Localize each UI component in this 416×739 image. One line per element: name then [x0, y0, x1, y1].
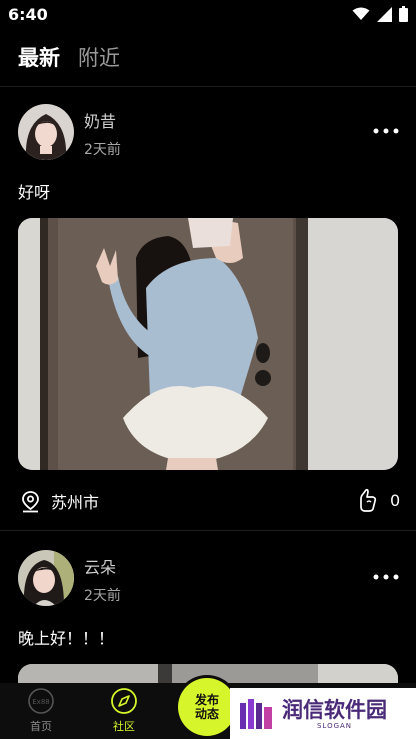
avatar[interactable]	[18, 104, 74, 160]
tab-latest[interactable]: 最新	[18, 42, 60, 72]
publish-button[interactable]: 发布 动态	[178, 678, 236, 736]
heart-gesture-icon	[360, 488, 377, 512]
username[interactable]: 奶昔	[84, 108, 116, 132]
watermark-logo	[240, 698, 272, 729]
avatar[interactable]	[18, 550, 74, 606]
home-icon: Ex88	[28, 688, 54, 714]
divider	[0, 86, 416, 87]
post-time: 2天前	[84, 588, 121, 604]
location[interactable]: 苏州市	[20, 489, 99, 513]
publish-label-line1: 发布	[194, 693, 219, 707]
post-text: 晚上好！！！	[18, 629, 115, 648]
like-button[interactable]: 0	[358, 488, 400, 512]
tab-nearby[interactable]: 附近	[78, 42, 120, 72]
location-pin-icon	[22, 490, 39, 512]
home-icon-badge: Ex88	[32, 698, 49, 706]
more-options-icon[interactable]	[373, 127, 399, 135]
compass-icon	[111, 688, 137, 714]
nav-label-community: 社区	[113, 720, 135, 733]
post-text: 好呀	[18, 183, 51, 202]
watermark-text: 润信软件园	[282, 697, 387, 722]
feed-tabs: 最新 附近	[18, 42, 120, 72]
post-time: 2天前	[84, 142, 121, 158]
watermark: 润信软件园 SLOGAN	[230, 688, 416, 739]
watermark-slogan: SLOGAN	[316, 721, 353, 730]
signal-icon	[377, 6, 392, 22]
status-icons	[352, 6, 408, 22]
username[interactable]: 云朵	[84, 554, 116, 578]
publish-label-line2: 动态	[194, 707, 219, 721]
nav-item-community[interactable]: 社区	[94, 687, 154, 734]
divider	[0, 530, 416, 531]
status-bar: 6:40	[0, 0, 416, 30]
location-label: 苏州市	[51, 493, 100, 512]
like-count: 0	[390, 490, 401, 510]
nav-item-home[interactable]: Ex88 首页	[11, 687, 71, 734]
post-photo[interactable]	[18, 218, 398, 470]
status-time: 6:40	[8, 5, 48, 24]
nav-label-home: 首页	[30, 720, 52, 733]
wifi-icon	[352, 7, 370, 20]
more-options-icon[interactable]	[373, 573, 399, 581]
battery-icon	[399, 6, 408, 22]
